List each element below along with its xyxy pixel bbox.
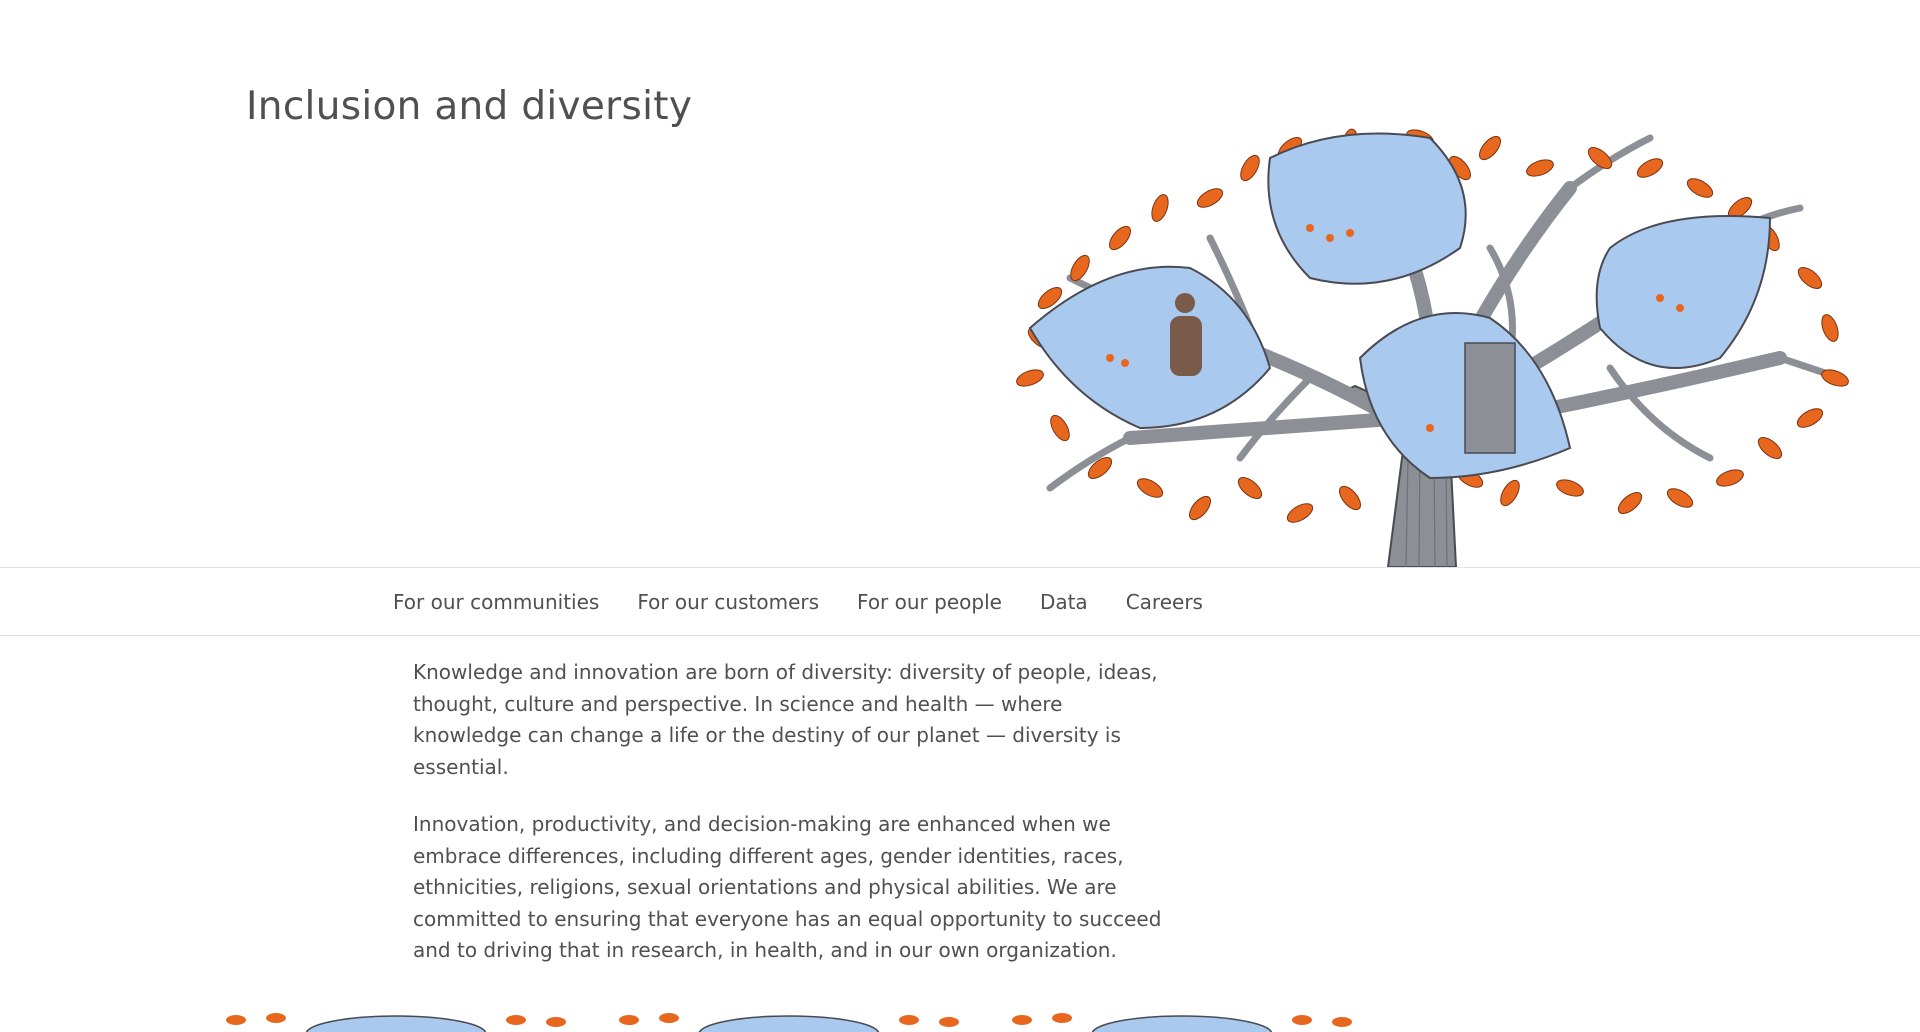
nav-link-communities[interactable]: For our communities [393,590,599,614]
nav-link-people[interactable]: For our people [857,590,1002,614]
intro-section: Knowledge and innovation are born of div… [413,657,1163,993]
diversity-tree-illustration [1016,128,1849,567]
nav-link-careers[interactable]: Careers [1126,590,1203,614]
card-thumbnail[interactable] [216,1012,574,1032]
tree-thumbnail-icon [216,1012,574,1032]
intro-paragraph: Knowledge and innovation are born of div… [413,660,1158,779]
card-thumbnail[interactable] [609,1012,967,1032]
tree-thumbnail-icon [1002,1012,1360,1032]
nav-link-data[interactable]: Data [1040,590,1088,614]
tree-thumbnail-icon [609,1012,967,1032]
card-thumbnail[interactable] [1002,1012,1360,1032]
page-title: Inclusion and diversity [246,84,693,129]
card-row [216,1012,1360,1032]
nav-link-customers[interactable]: For our customers [637,590,819,614]
hero-section: Inclusion and diversity [0,0,1920,567]
intro-paragraph: Innovation, productivity, and decision-m… [413,812,1162,962]
nav-list: For our communities For our customers Fo… [393,568,1203,635]
section-nav: For our communities For our customers Fo… [0,567,1920,636]
